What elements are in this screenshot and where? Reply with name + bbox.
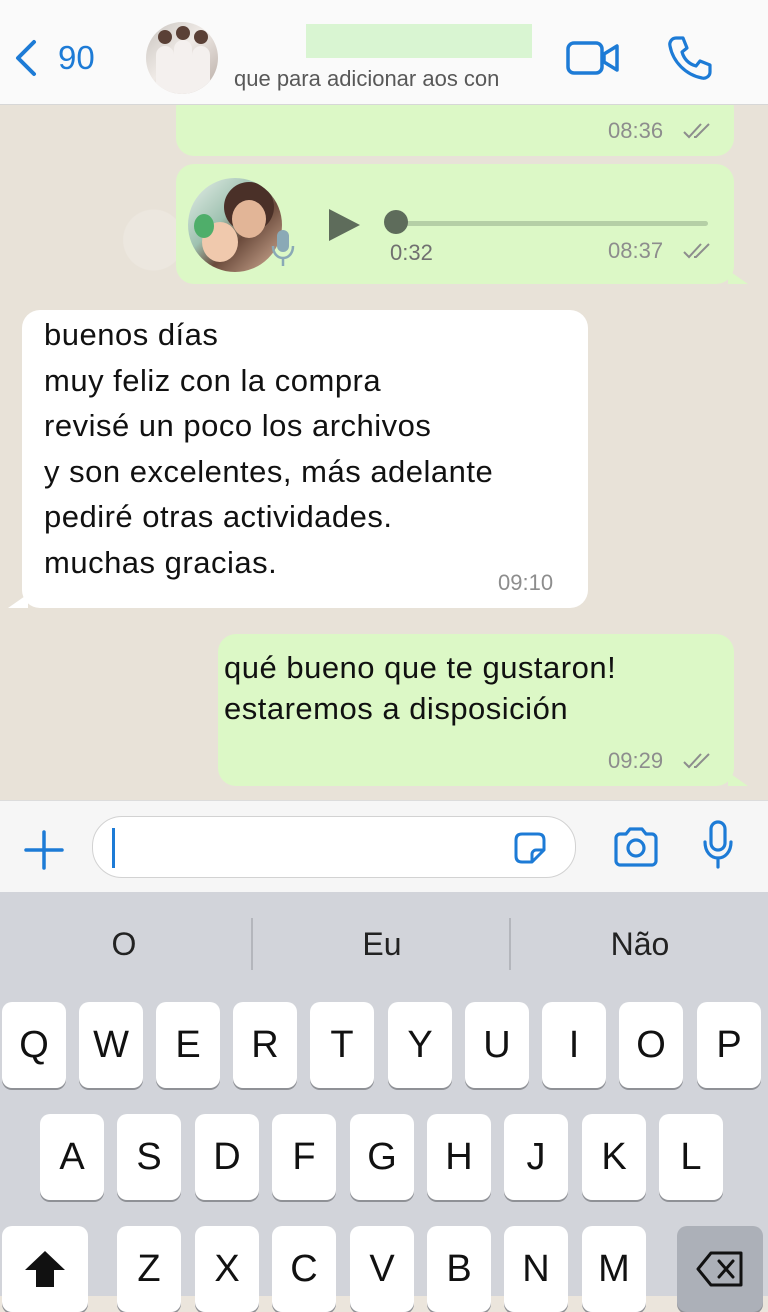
message-time: 09:29 xyxy=(608,748,664,773)
phone-icon[interactable] xyxy=(666,34,714,82)
key-w[interactable]: W xyxy=(79,1002,143,1088)
voice-note-avatar xyxy=(188,178,282,272)
camera-icon[interactable] xyxy=(612,826,660,868)
mic-icon[interactable] xyxy=(702,820,734,870)
key-z[interactable]: Z xyxy=(117,1226,181,1312)
group-subtitle[interactable]: que para adicionar aos con xyxy=(234,66,499,92)
contact-avatar[interactable] xyxy=(146,22,218,94)
key-t[interactable]: T xyxy=(310,1002,374,1088)
key-k[interactable]: K xyxy=(582,1114,646,1200)
key-d[interactable]: D xyxy=(195,1114,259,1200)
message-time: 08:36 xyxy=(608,118,664,143)
key-y[interactable]: Y xyxy=(388,1002,452,1088)
key-h[interactable]: H xyxy=(427,1114,491,1200)
audio-scrubber[interactable] xyxy=(384,210,408,234)
key-c[interactable]: C xyxy=(272,1226,336,1312)
key-l[interactable]: L xyxy=(659,1114,723,1200)
backspace-icon xyxy=(696,1251,743,1287)
back-chevron-icon xyxy=(16,40,36,76)
message-time: 09:10 xyxy=(498,570,554,595)
suggestion-2[interactable]: Eu xyxy=(262,926,502,963)
key-o[interactable]: O xyxy=(619,1002,683,1088)
key-f[interactable]: F xyxy=(272,1114,336,1200)
audio-progress-track[interactable] xyxy=(396,221,708,226)
plus-icon[interactable] xyxy=(22,828,66,872)
audio-duration: 0:32 xyxy=(390,240,433,265)
key-a[interactable]: A xyxy=(40,1114,104,1200)
text-caret xyxy=(112,828,115,868)
chat-header: 90 que para adicionar aos con xyxy=(0,0,768,105)
key-i[interactable]: I xyxy=(542,1002,606,1088)
key-m[interactable]: M xyxy=(582,1226,646,1312)
suggestion-1[interactable]: O xyxy=(4,926,244,963)
backspace-key[interactable] xyxy=(677,1226,763,1312)
key-v[interactable]: V xyxy=(350,1226,414,1312)
video-call-icon[interactable] xyxy=(566,40,620,76)
unread-count: 90 xyxy=(58,39,95,76)
shift-icon xyxy=(25,1251,65,1287)
message-text: buenos días muy feliz con la compra revi… xyxy=(44,317,494,580)
key-b[interactable]: B xyxy=(427,1226,491,1312)
back-button[interactable]: 90 xyxy=(12,36,95,80)
double-check-icon xyxy=(683,123,710,139)
message-time: 08:37 xyxy=(608,238,664,263)
key-e[interactable]: E xyxy=(156,1002,220,1088)
key-n[interactable]: N xyxy=(504,1226,568,1312)
key-u[interactable]: U xyxy=(465,1002,529,1088)
sticker-icon[interactable] xyxy=(512,830,548,866)
message-text: qué bueno que te gustaron! estaremos a d… xyxy=(224,650,617,726)
double-check-icon xyxy=(683,753,710,769)
suggestion-3[interactable]: Não xyxy=(520,926,760,963)
key-r[interactable]: R xyxy=(233,1002,297,1088)
message-input[interactable] xyxy=(92,816,576,878)
key-p[interactable]: P xyxy=(697,1002,761,1088)
double-check-icon xyxy=(683,243,710,259)
key-s[interactable]: S xyxy=(117,1114,181,1200)
key-q[interactable]: Q xyxy=(2,1002,66,1088)
key-g[interactable]: G xyxy=(350,1114,414,1200)
play-icon[interactable] xyxy=(326,207,362,243)
key-x[interactable]: X xyxy=(195,1226,259,1312)
mic-icon xyxy=(271,230,295,266)
key-j[interactable]: J xyxy=(504,1114,568,1200)
shift-key[interactable] xyxy=(2,1226,88,1312)
contact-name-redacted[interactable] xyxy=(306,24,532,58)
